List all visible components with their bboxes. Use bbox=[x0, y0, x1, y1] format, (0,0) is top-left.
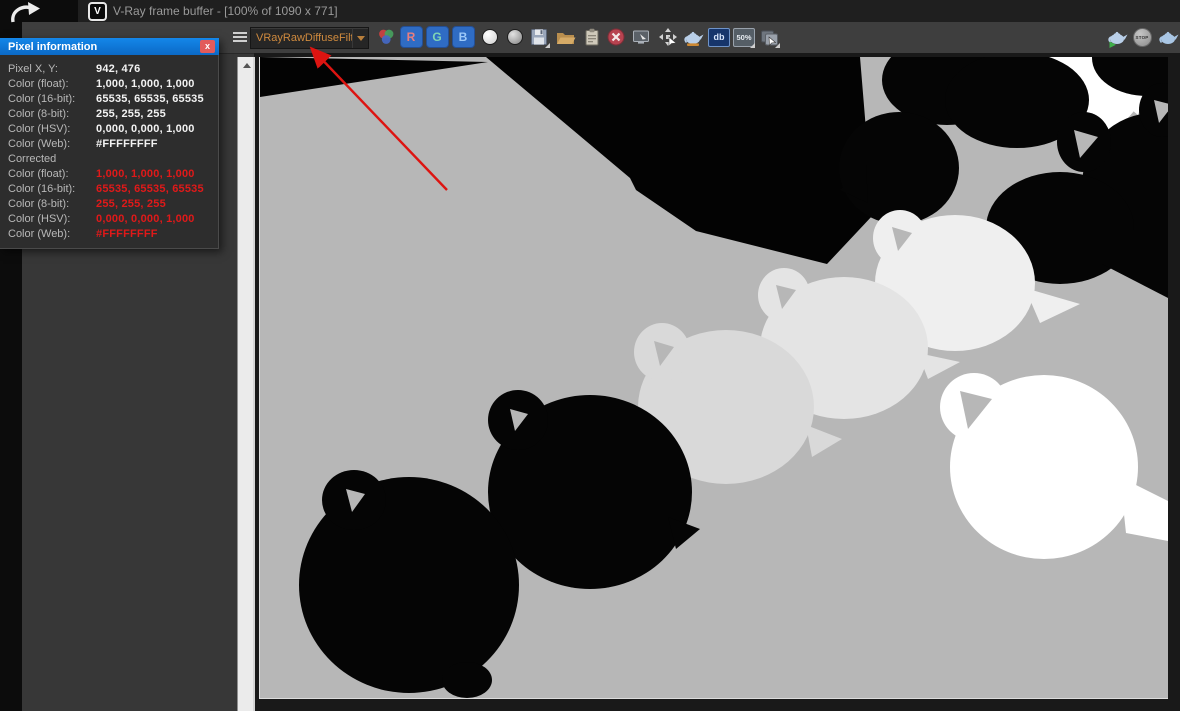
pixel-info-value: #FFFFFFFF bbox=[96, 227, 158, 240]
pixel-info-value: #FFFFFFFF bbox=[96, 137, 158, 150]
pixel-info-row: Color (16-bit): 65535, 65535, 65535 bbox=[8, 91, 218, 106]
db-toolbar-button[interactable]: db bbox=[707, 25, 731, 49]
scroll-up-button[interactable] bbox=[238, 57, 255, 73]
teapot-green-arrow-icon bbox=[1106, 26, 1128, 48]
zoom-50-button[interactable]: 50% bbox=[732, 25, 756, 49]
pixel-info-title: Pixel information bbox=[8, 40, 98, 53]
save-image-button[interactable] bbox=[527, 25, 551, 49]
pixel-info-value: 1,000, 1,000, 1,000 bbox=[96, 167, 195, 180]
pixel-info-value: 1,000, 1,000, 1,000 bbox=[96, 77, 195, 90]
blue-channel-button[interactable]: B bbox=[451, 25, 475, 49]
pixel-info-value: 65535, 65535, 65535 bbox=[96, 182, 204, 195]
pixel-info-value: 255, 255, 255 bbox=[96, 197, 166, 210]
clear-x-icon bbox=[606, 27, 626, 47]
menu-button[interactable] bbox=[228, 25, 252, 49]
pixel-info-row: Color (8-bit): 255, 255, 255 bbox=[8, 106, 218, 121]
vertical-scrollbar[interactable] bbox=[237, 57, 255, 711]
chevron-down-icon[interactable] bbox=[352, 28, 368, 48]
stop-render-button[interactable]: STOP bbox=[1130, 25, 1154, 49]
channel-dropdown-value: VRayRawDiffuseFilter bbox=[256, 32, 352, 44]
pixel-info-label: Color (16-bit): bbox=[8, 182, 76, 195]
pixel-info-row: Color (16-bit): 65535, 65535, 65535 bbox=[8, 181, 218, 196]
clipboard-icon bbox=[581, 26, 603, 48]
pixel-info-label: Color (Web): bbox=[8, 227, 71, 240]
vray-logo-icon: V bbox=[88, 1, 107, 21]
window-title: V-Ray frame buffer - [100% of 1090 x 771… bbox=[113, 4, 338, 18]
stop-sign-icon: STOP bbox=[1132, 27, 1152, 47]
pixel-info-row: Color (HSV): 0,000, 0,000, 1,000 bbox=[8, 121, 218, 136]
render-view-frame bbox=[254, 53, 1180, 711]
pixel-info-label: Color (HSV): bbox=[8, 212, 71, 225]
pixel-info-row: Pixel X, Y: 942, 476 bbox=[8, 61, 218, 76]
pixel-info-value: 65535, 65535, 65535 bbox=[96, 92, 204, 105]
clear-image-button[interactable] bbox=[604, 25, 628, 49]
pixel-info-value: 0,000, 0,000, 1,000 bbox=[96, 122, 195, 135]
pixel-info-row: Color (float): 1,000, 1,000, 1,000 bbox=[8, 166, 218, 181]
alpha-channel-button[interactable] bbox=[478, 25, 502, 49]
render-image[interactable] bbox=[259, 57, 1168, 699]
pixel-info-label: Color (HSV): bbox=[8, 122, 71, 135]
pixel-info-value: 255, 255, 255 bbox=[96, 107, 166, 120]
teapot-toolbar-button[interactable] bbox=[681, 25, 705, 49]
render-button[interactable] bbox=[1156, 25, 1180, 49]
green-channel-button[interactable]: G bbox=[425, 25, 449, 49]
letter-r-icon: R bbox=[399, 26, 423, 48]
layers-button[interactable] bbox=[757, 25, 781, 49]
pixel-info-label: Color (8-bit): bbox=[8, 197, 70, 210]
folder-icon bbox=[554, 26, 576, 48]
render-last-button[interactable] bbox=[1105, 25, 1129, 49]
pixel-info-panel: Pixel information x Pixel X, Y: 942, 476 C… bbox=[0, 38, 219, 249]
track-mouse-button[interactable] bbox=[656, 25, 680, 49]
pixel-info-row: Color (HSV): 0,000, 0,000, 1,000 bbox=[8, 211, 218, 226]
gray-circle-icon bbox=[507, 29, 523, 45]
copy-clipboard-button[interactable] bbox=[580, 25, 604, 49]
pixel-info-label: Color (float): bbox=[8, 77, 69, 90]
vray-frame-buffer-window: V V-Ray frame buffer - [100% of 1090 x 7… bbox=[0, 0, 1180, 711]
pixel-info-label: Color (float): bbox=[8, 167, 69, 180]
menu-icon bbox=[231, 28, 249, 46]
pixel-info-row: Color (float): 1,000, 1,000, 1,000 bbox=[8, 76, 218, 91]
pixel-info-label: Color (Web): bbox=[8, 137, 71, 150]
pixel-info-titlebar[interactable]: Pixel information x bbox=[0, 38, 219, 55]
letter-g-icon: G bbox=[425, 26, 449, 48]
corrected-section-label: Corrected bbox=[8, 152, 57, 165]
pixel-info-label: Pixel X, Y: bbox=[8, 62, 58, 75]
rgb-circles-icon bbox=[376, 27, 396, 47]
pixel-info-row: Color (8-bit): 255, 255, 255 bbox=[8, 196, 218, 211]
red-channel-button[interactable]: R bbox=[399, 25, 423, 49]
pixel-info-value: 0,000, 0,000, 1,000 bbox=[96, 212, 195, 225]
duplicate-buffer-button[interactable] bbox=[629, 25, 653, 49]
pixel-info-value: 942, 476 bbox=[96, 62, 141, 75]
letter-b-icon: B bbox=[451, 26, 475, 48]
pixel-info-label: Color (8-bit): bbox=[8, 107, 70, 120]
load-image-button[interactable] bbox=[553, 25, 577, 49]
pixel-info-label: Color (16-bit): bbox=[8, 92, 76, 105]
monitor-arrow-icon bbox=[630, 26, 652, 48]
monochrome-button[interactable] bbox=[503, 25, 527, 49]
pixel-info-row: Color (Web): #FFFFFFFF bbox=[8, 136, 218, 151]
chevron-up-icon bbox=[242, 62, 251, 68]
close-icon[interactable]: x bbox=[200, 40, 215, 53]
white-circle-icon bbox=[482, 29, 498, 45]
cross-arrows-icon bbox=[657, 26, 679, 48]
teapot-render-icon bbox=[1157, 26, 1179, 48]
window-titlebar[interactable]: V V-Ray frame buffer - [100% of 1090 x 7… bbox=[78, 0, 1180, 22]
db-badge-icon: db bbox=[708, 27, 730, 47]
channel-dropdown[interactable]: VRayRawDiffuseFilter bbox=[250, 27, 369, 49]
rgb-channels-button[interactable] bbox=[374, 25, 398, 49]
teapot-icon bbox=[682, 26, 704, 48]
pixel-info-row: Color (Web): #FFFFFFFF bbox=[8, 226, 218, 241]
pixel-info-body: Pixel X, Y: 942, 476 Color (float): 1,000, … bbox=[0, 55, 219, 249]
